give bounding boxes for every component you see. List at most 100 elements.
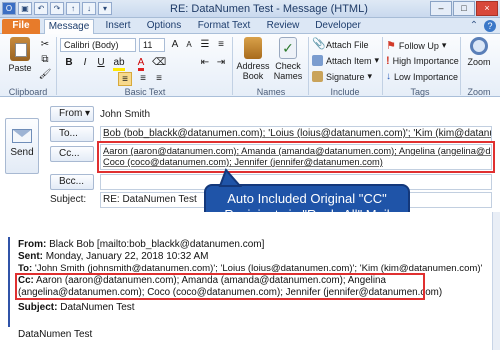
chevron-down-icon: ▾	[441, 40, 447, 50]
ribbon-minimize-icon[interactable]: ⌃	[468, 19, 480, 34]
maximize-button[interactable]: □	[453, 1, 475, 16]
redo-icon[interactable]: ↷	[50, 2, 64, 15]
check-names-button[interactable]: ✓ Check Names	[272, 37, 304, 81]
outlook-icon[interactable]: O	[2, 2, 16, 15]
down-arrow-icon[interactable]: ↓	[82, 2, 96, 15]
cut-icon[interactable]: ✂	[38, 38, 52, 52]
italic-button[interactable]: I	[78, 56, 92, 70]
quoted-subject-value: DataNumen Test	[57, 302, 135, 313]
quick-access-toolbar: O ▣ ↶ ↷ ↑ ↓ ▾	[2, 2, 112, 15]
high-importance-button[interactable]: ! High Importance	[386, 55, 459, 67]
text-highlight-icon[interactable]: ab	[112, 56, 126, 71]
low-importance-label: Low Importance	[394, 71, 459, 82]
follow-up-button[interactable]: ⚑ Follow Up ▾	[386, 39, 446, 52]
quote-bar	[8, 237, 10, 327]
customize-qat-icon[interactable]: ▾	[98, 2, 112, 15]
tab-file[interactable]: File	[2, 19, 40, 34]
underline-button[interactable]: U	[94, 56, 108, 70]
ribbon: Paste ✂ ⧉ 🖌 Clipboard Calibri (Body) 11 …	[0, 34, 500, 97]
font-name-select[interactable]: Calibri (Body)	[60, 38, 136, 52]
attach-item-button[interactable]: Attach Item ▾	[312, 55, 379, 66]
decrease-indent-icon[interactable]: ⇤	[198, 56, 212, 70]
format-painter-icon[interactable]: 🖌	[38, 68, 52, 82]
chevron-down-icon: ▾	[84, 108, 90, 119]
zoom-button[interactable]: Zoom	[462, 37, 496, 67]
attach-file-label: Attach File	[326, 39, 369, 50]
help-icon[interactable]: ?	[484, 20, 496, 32]
attach-item-label: Attach Item	[326, 55, 372, 66]
quoted-from-value: Black Bob [mailto:bob_blackk@datanumen.c…	[46, 239, 265, 250]
up-arrow-icon[interactable]: ↑	[66, 2, 80, 15]
address-book-button[interactable]: Address Book	[236, 37, 270, 81]
close-button[interactable]: ×	[476, 1, 498, 16]
tab-options[interactable]: Options	[142, 19, 186, 34]
quoted-sent-label: Sent:	[18, 251, 43, 262]
align-right-icon[interactable]: ≡	[152, 72, 166, 86]
tags-group-label: Tags	[410, 87, 430, 97]
down-arrow-icon: ↓	[386, 71, 391, 82]
address-book-label: Address Book	[236, 61, 270, 81]
signature-label: Signature	[326, 71, 365, 82]
to-button[interactable]: To...	[50, 126, 94, 142]
body-text: DataNumen Test	[18, 329, 93, 340]
title-bar: O ▣ ↶ ↷ ↑ ↓ ▾ RE: DataNumen Test - Messa…	[0, 0, 500, 18]
clear-formatting-icon[interactable]: ⌫	[152, 56, 166, 70]
tab-developer[interactable]: Developer	[310, 19, 366, 34]
paste-label: Paste	[8, 63, 32, 73]
send-button[interactable]: Send	[5, 118, 39, 174]
quoted-sent-line: Sent: Monday, January 22, 2018 10:32 AM	[18, 251, 208, 262]
paste-icon	[10, 37, 30, 61]
vertical-scrollbar[interactable]	[492, 212, 500, 350]
include-group-label: Include	[330, 87, 360, 97]
shrink-font-icon[interactable]: A	[182, 38, 196, 52]
save-icon[interactable]: ▣	[18, 2, 32, 15]
from-button[interactable]: From ▾	[50, 106, 94, 122]
undo-icon[interactable]: ↶	[34, 2, 48, 15]
tab-insert[interactable]: Insert	[100, 19, 136, 34]
font-size-select[interactable]: 11	[139, 38, 165, 52]
quoted-subject-label: Subject:	[18, 302, 58, 313]
tab-format-text[interactable]: Format Text	[192, 19, 256, 34]
signature-icon	[312, 71, 323, 82]
low-importance-button[interactable]: ↓ Low Importance	[386, 71, 458, 82]
quoted-from-label: From:	[18, 239, 47, 250]
names-group-label: Names	[256, 87, 286, 97]
to-field[interactable]: Bob (bob_blackk@datanumen.com); 'Loius (…	[100, 126, 492, 142]
tab-message[interactable]: Message	[44, 19, 94, 34]
zoom-label: Zoom	[467, 57, 491, 67]
chevron-down-icon: ▾	[367, 71, 373, 81]
tab-review[interactable]: Review	[262, 19, 304, 34]
window-title: RE: DataNumen Test - Message (HTML)	[170, 3, 368, 15]
high-importance-label: High Importance	[392, 56, 459, 66]
address-book-icon	[244, 37, 262, 59]
minimize-button[interactable]: –	[430, 1, 452, 16]
exclamation-icon: !	[386, 55, 390, 67]
quoted-cc-highlight-box	[15, 273, 425, 300]
align-center-icon[interactable]: ≡	[136, 72, 150, 86]
copy-icon[interactable]: ⧉	[38, 53, 52, 67]
attach-item-icon	[312, 55, 323, 66]
signature-button[interactable]: Signature ▾	[312, 71, 372, 82]
font-color-icon[interactable]: A	[134, 56, 148, 71]
bullets-icon[interactable]: ☰	[198, 38, 212, 52]
paperclip-icon: 📎	[312, 38, 326, 50]
paste-button[interactable]: Paste	[4, 37, 36, 73]
cc-button[interactable]: Cc...	[50, 146, 94, 162]
align-left-icon[interactable]: ≡	[118, 72, 132, 86]
callout-line1: Auto Included Original "CC"	[227, 191, 387, 206]
attach-file-button[interactable]: 📎 Attach File	[312, 39, 369, 50]
quoted-subject-line: Subject: DataNumen Test	[18, 302, 135, 313]
check-names-label: Check Names	[273, 61, 303, 81]
flag-icon: ⚑	[386, 40, 396, 52]
from-value: John Smith	[100, 109, 151, 120]
to-recipients: Bob (bob_blackk@datanumen.com); 'Loius (…	[103, 128, 491, 139]
increase-indent-icon[interactable]: ⇥	[214, 56, 228, 70]
quoted-from-line: From: Black Bob [mailto:bob_blackk@datan…	[18, 239, 264, 250]
bcc-button[interactable]: Bcc...	[50, 174, 94, 190]
zoom-group-label: Zoom	[467, 87, 491, 97]
quoted-sent-value: Monday, January 22, 2018 10:32 AM	[43, 251, 209, 262]
grow-font-icon[interactable]: A	[168, 38, 182, 52]
numbering-icon[interactable]: ≡	[214, 38, 228, 52]
cc-highlight-box	[97, 141, 495, 173]
bold-button[interactable]: B	[62, 56, 76, 70]
